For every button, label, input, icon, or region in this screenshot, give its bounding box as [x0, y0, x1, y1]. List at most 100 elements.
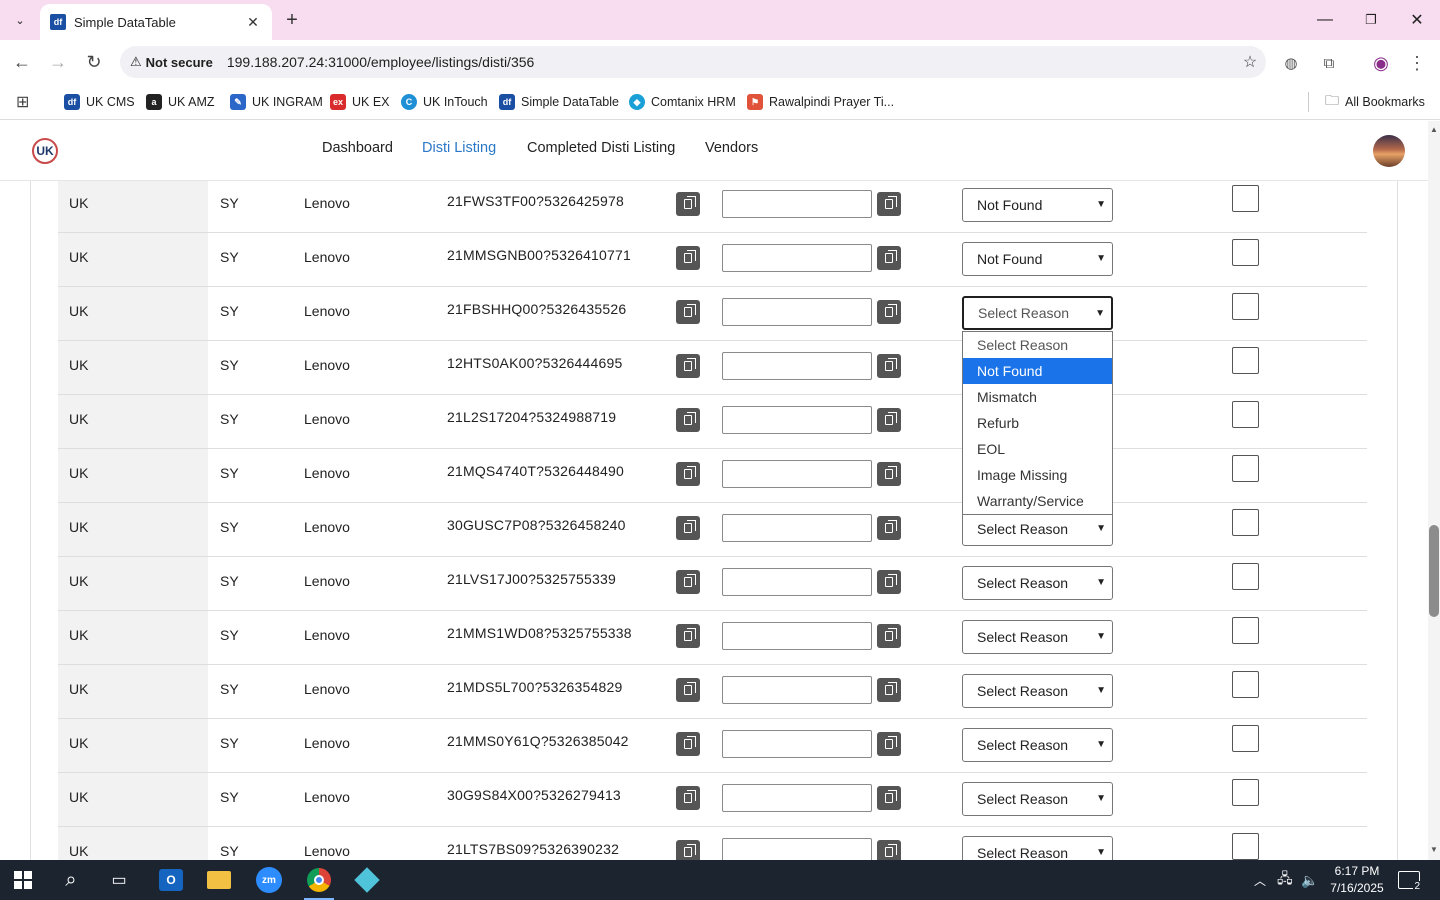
- copy-sku-icon[interactable]: [676, 840, 700, 860]
- scroll-down-arrow-icon[interactable]: ▼: [1428, 845, 1440, 854]
- copy-sku-icon[interactable]: [676, 624, 700, 648]
- row-text-input[interactable]: [722, 460, 872, 488]
- paste-icon[interactable]: [877, 840, 901, 860]
- paste-icon[interactable]: [877, 516, 901, 540]
- url-text[interactable]: 199.188.207.24:31000/employee/listings/d…: [227, 54, 1234, 70]
- copy-sku-icon[interactable]: [676, 732, 700, 756]
- tray-chevron-up-icon[interactable]: ︿: [1254, 860, 1266, 900]
- reason-option[interactable]: Not Found: [963, 358, 1112, 384]
- window-minimize-icon[interactable]: —: [1302, 6, 1348, 34]
- paste-icon[interactable]: [877, 408, 901, 432]
- copy-sku-icon[interactable]: [676, 462, 700, 486]
- app-diamond-icon[interactable]: [344, 860, 390, 900]
- copy-sku-icon[interactable]: [676, 516, 700, 540]
- row-checkbox[interactable]: [1232, 509, 1259, 536]
- reason-select[interactable]: Select Reason ▼: [962, 728, 1113, 762]
- nav-disti-listing[interactable]: Disti Listing: [422, 140, 496, 156]
- row-text-input[interactable]: [722, 244, 872, 272]
- task-view-icon[interactable]: ▭: [96, 860, 142, 900]
- app-logo[interactable]: UK: [32, 138, 58, 164]
- nav-dashboard[interactable]: Dashboard: [322, 140, 393, 156]
- back-arrow-icon[interactable]: ←: [10, 50, 34, 74]
- paste-icon[interactable]: [877, 246, 901, 270]
- copy-sku-icon[interactable]: [676, 354, 700, 378]
- row-checkbox[interactable]: [1232, 455, 1259, 482]
- reason-select[interactable]: Select Reason ▼: [962, 782, 1113, 816]
- paste-icon[interactable]: [877, 354, 901, 378]
- reason-option[interactable]: Warranty/Service: [963, 488, 1112, 514]
- copy-sku-icon[interactable]: [676, 192, 700, 216]
- row-text-input[interactable]: [722, 784, 872, 812]
- reason-select[interactable]: Select Reason ▼: [962, 836, 1113, 860]
- security-label[interactable]: Not secure: [146, 55, 213, 70]
- new-tab-plus-icon[interactable]: +: [280, 8, 304, 32]
- reason-select[interactable]: Select Reason ▼: [962, 512, 1113, 546]
- tab-search-chevron-icon[interactable]: ⌄: [6, 8, 34, 32]
- all-bookmarks[interactable]: 🗀 All Bookmarks: [1325, 92, 1425, 112]
- paste-icon[interactable]: [877, 192, 901, 216]
- copy-sku-icon[interactable]: [676, 678, 700, 702]
- reason-option[interactable]: Image Missing: [963, 462, 1112, 488]
- row-checkbox[interactable]: [1232, 293, 1259, 320]
- reason-select[interactable]: Select Reason ▼: [962, 620, 1113, 654]
- row-checkbox[interactable]: [1232, 239, 1259, 266]
- reason-select[interactable]: Not Found ▼: [962, 188, 1113, 222]
- paste-icon[interactable]: [877, 300, 901, 324]
- row-checkbox[interactable]: [1232, 725, 1259, 752]
- apps-grid-icon[interactable]: ⊞: [16, 92, 29, 112]
- row-checkbox[interactable]: [1232, 779, 1259, 806]
- bookmark-star-icon[interactable]: ☆: [1234, 52, 1266, 72]
- window-restore-icon[interactable]: ❐: [1348, 6, 1394, 34]
- address-bar[interactable]: ⚠ Not secure 199.188.207.24:31000/employ…: [120, 46, 1266, 78]
- user-avatar[interactable]: [1373, 135, 1405, 167]
- bookmark-uk-ingram[interactable]: ✎ UK INGRAM: [230, 92, 323, 112]
- scroll-up-arrow-icon[interactable]: ▲: [1428, 125, 1440, 134]
- reason-option[interactable]: EOL: [963, 436, 1112, 462]
- row-checkbox[interactable]: [1232, 617, 1259, 644]
- nav-vendors[interactable]: Vendors: [705, 140, 758, 156]
- row-checkbox[interactable]: [1232, 401, 1259, 428]
- row-checkbox[interactable]: [1232, 185, 1259, 212]
- reason-select[interactable]: Not Found ▼: [962, 242, 1113, 276]
- row-checkbox[interactable]: [1232, 563, 1259, 590]
- row-text-input[interactable]: [722, 568, 872, 596]
- notifications-icon[interactable]: 2: [1398, 860, 1421, 900]
- copy-sku-icon[interactable]: [676, 246, 700, 270]
- reason-select[interactable]: Select Reason ▼: [962, 566, 1113, 600]
- reload-icon[interactable]: ↻: [82, 50, 106, 74]
- reason-option[interactable]: Refurb: [963, 410, 1112, 436]
- copy-sku-icon[interactable]: [676, 300, 700, 324]
- volume-icon[interactable]: 🔈: [1301, 860, 1318, 900]
- paste-icon[interactable]: [877, 678, 901, 702]
- reason-dropdown-list[interactable]: Select Reason Not Found Mismatch Refurb EOL I…: [962, 331, 1113, 515]
- row-checkbox[interactable]: [1232, 833, 1259, 860]
- copy-sku-icon[interactable]: [676, 570, 700, 594]
- row-text-input[interactable]: [722, 676, 872, 704]
- window-close-icon[interactable]: ✕: [1394, 6, 1440, 34]
- bookmark-uk-cms[interactable]: df UK CMS: [64, 92, 135, 112]
- tab-close-icon[interactable]: ✕: [244, 14, 262, 31]
- reason-option[interactable]: Select Reason: [963, 332, 1112, 358]
- bookmark-uk-amz[interactable]: a UK AMZ: [146, 92, 215, 112]
- zoom-icon[interactable]: zm: [246, 860, 292, 900]
- forward-arrow-icon[interactable]: →: [46, 50, 70, 74]
- warning-triangle-icon[interactable]: ⚠: [130, 54, 142, 70]
- reason-select[interactable]: Select Reason ▼: [962, 674, 1113, 708]
- row-text-input[interactable]: [722, 190, 872, 218]
- browser-tab-active[interactable]: df Simple DataTable ✕: [40, 4, 272, 40]
- scrollbar-thumb[interactable]: [1429, 525, 1439, 617]
- outlook-icon[interactable]: O: [148, 860, 194, 900]
- file-explorer-icon[interactable]: [196, 860, 242, 900]
- nav-completed-disti-listing[interactable]: Completed Disti Listing: [527, 140, 675, 156]
- bookmark-simple-datatable[interactable]: df Simple DataTable: [499, 92, 619, 112]
- paste-icon[interactable]: [877, 786, 901, 810]
- paste-icon[interactable]: [877, 462, 901, 486]
- row-text-input[interactable]: [722, 406, 872, 434]
- page-scrollbar[interactable]: ▲ ▼: [1428, 121, 1440, 860]
- paste-icon[interactable]: [877, 732, 901, 756]
- copy-sku-icon[interactable]: [676, 786, 700, 810]
- windows-start-icon[interactable]: [0, 860, 46, 900]
- search-icon[interactable]: ⌕: [48, 860, 94, 900]
- row-text-input[interactable]: [722, 352, 872, 380]
- browser-menu-icon[interactable]: ⋮: [1406, 52, 1428, 74]
